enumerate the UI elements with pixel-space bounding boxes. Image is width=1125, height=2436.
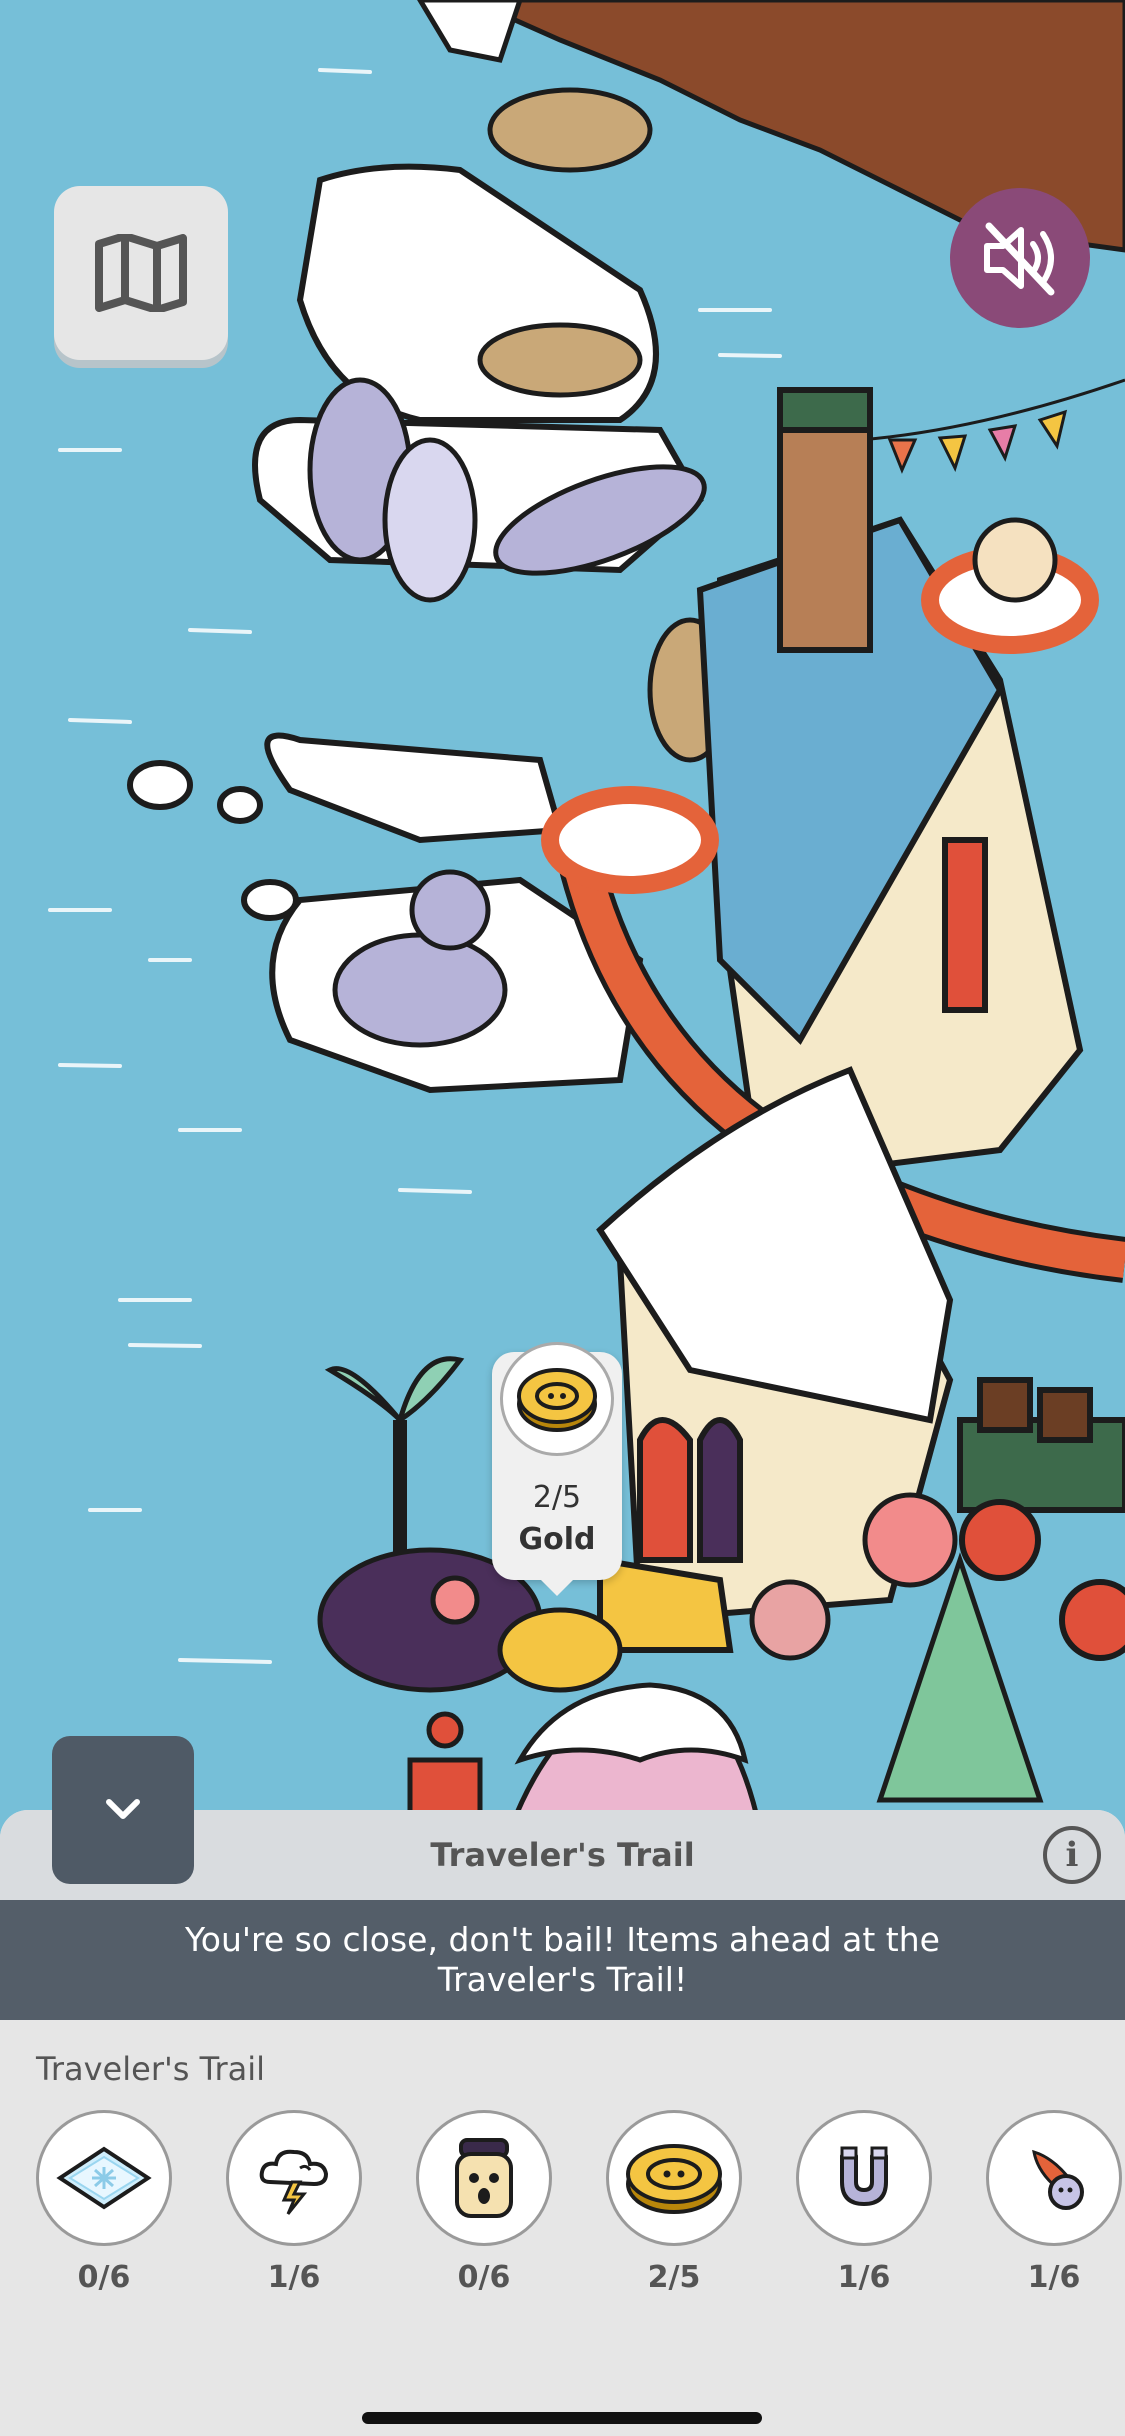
item-meteor[interactable]: 1/6 [986, 2110, 1125, 2300]
item-storm-cloud[interactable]: 1/6 [226, 2110, 366, 2300]
gold-coin-icon [500, 1342, 614, 1456]
item-count: 0/6 [77, 2260, 131, 2295]
panel-title: Traveler's Trail [430, 1836, 695, 1874]
mute-button[interactable] [950, 188, 1090, 328]
jar-face-icon [416, 2110, 552, 2246]
chevron-down-icon [106, 1799, 140, 1819]
item-gold[interactable]: 2/5 [606, 2110, 746, 2300]
gold-callout-count: 2/5 [532, 1480, 582, 1515]
travelers-trail-panel: Traveler's Trail i You're so close, don'… [0, 1810, 1125, 2436]
gold-callout-label: Gold [518, 1522, 596, 1557]
map-icon [95, 234, 187, 312]
item-count: 1/6 [267, 2260, 321, 2295]
game-screen: 2/5 Gold Traveler's Trail i You're so cl… [0, 0, 1125, 2436]
collapse-panel-button[interactable] [52, 1736, 194, 1884]
gold-coin-icon [606, 2110, 742, 2246]
item-count: 2/5 [647, 2260, 701, 2295]
encouragement-banner: You're so close, don't bail! Items ahead… [0, 1900, 1125, 2020]
gold-item-callout[interactable]: 2/5 Gold [492, 1342, 622, 1596]
sound-muted-icon [984, 222, 1055, 296]
item-count: 0/6 [457, 2260, 511, 2295]
banner-text: You're so close, don't bail! Items ahead… [185, 1920, 940, 1999]
map-button[interactable] [54, 186, 228, 360]
item-count: 1/6 [1027, 2260, 1081, 2295]
meteor-icon [986, 2110, 1122, 2246]
home-indicator[interactable] [362, 2412, 762, 2424]
item-magnet[interactable]: 1/6 [796, 2110, 936, 2300]
magnet-icon [796, 2110, 932, 2246]
item-jar-face[interactable]: 0/6 [416, 2110, 556, 2300]
item-count: 1/6 [837, 2260, 891, 2295]
section-title: Traveler's Trail [36, 2050, 265, 2088]
storm-cloud-icon [226, 2110, 362, 2246]
ice-tile-icon [36, 2110, 172, 2246]
item-ice-tile[interactable]: 0/6 [36, 2110, 176, 2300]
collectible-items-row: 0/6 1/6 0/6 2/5 1/6 1/6 [0, 2110, 1125, 2310]
info-icon[interactable]: i [1043, 1826, 1101, 1884]
